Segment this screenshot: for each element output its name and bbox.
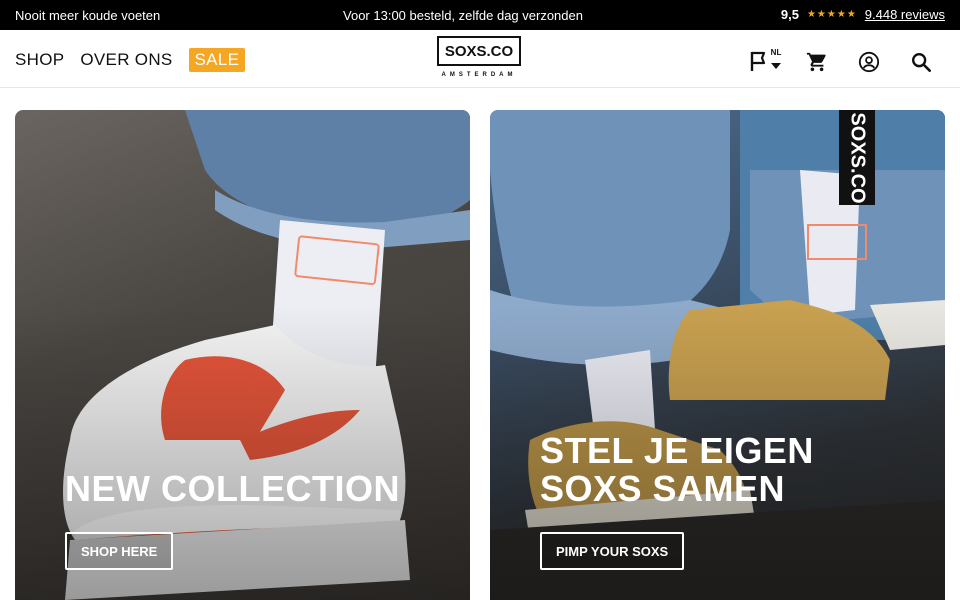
chevron-down-icon — [770, 62, 781, 69]
review-score: 9,5 — [780, 7, 799, 22]
hero-card-new-collection[interactable]: NEW COLLECTION SHOP HERE — [15, 110, 470, 600]
site-logo[interactable]: SOXS.CO AMSTERDAM — [437, 36, 521, 84]
main-nav: SHOP OVER ONS SALE — [15, 48, 246, 72]
cart-button[interactable] — [804, 50, 830, 74]
reviews-link[interactable]: 9.448 reviews — [865, 7, 945, 22]
shop-here-button[interactable]: SHOP HERE — [65, 532, 174, 570]
hero-card-pimp-your-soxs[interactable]: SOXS.CO STEL JE EIGEN SOXS SAMEN PIMP YO… — [490, 110, 945, 600]
hero-title-line1: STEL JE EIGEN — [540, 430, 814, 471]
hero-title-new-collection: NEW COLLECTION — [65, 468, 400, 509]
nav-shop[interactable]: SHOP — [15, 50, 64, 70]
soxs-badge-text: SOXS.CO — [846, 111, 869, 204]
nav-sale[interactable]: SALE — [188, 48, 246, 72]
hero-title-line2: SOXS SAMEN — [540, 468, 786, 509]
review-summary: 9,5 ★★★★★ 9.448 reviews — [781, 7, 945, 22]
account-icon — [858, 51, 880, 73]
announcement-bar: Nooit meer koude voeten Voor 13:00 beste… — [0, 0, 960, 30]
nav-over-ons[interactable]: OVER ONS — [80, 50, 172, 70]
cart-icon — [806, 52, 826, 72]
account-button[interactable] — [856, 50, 882, 74]
pimp-your-soxs-button[interactable]: PIMP YOUR SOXS — [540, 532, 685, 570]
language-selector[interactable]: NL — [750, 48, 781, 74]
flag-icon — [750, 51, 765, 71]
star-rating-icon: ★★★★★ — [806, 9, 857, 20]
hero-title-stel-je-eigen: STEL JE EIGEN SOXS SAMEN — [540, 432, 814, 508]
language-code: NL — [770, 47, 782, 57]
logo-wordmark: SOXS.CO — [437, 36, 521, 66]
logo-subtitle: AMSTERDAM — [441, 72, 517, 78]
search-icon — [912, 53, 931, 72]
hero-shade — [490, 110, 945, 600]
site-header: SHOP OVER ONS SALE SOXS.CO AMSTERDAM NL — [0, 30, 960, 88]
search-button[interactable] — [908, 50, 934, 74]
soxs-badge-label: SOXS.CO — [839, 110, 875, 205]
header-actions: NL — [750, 48, 934, 74]
hero-shade — [15, 110, 470, 600]
